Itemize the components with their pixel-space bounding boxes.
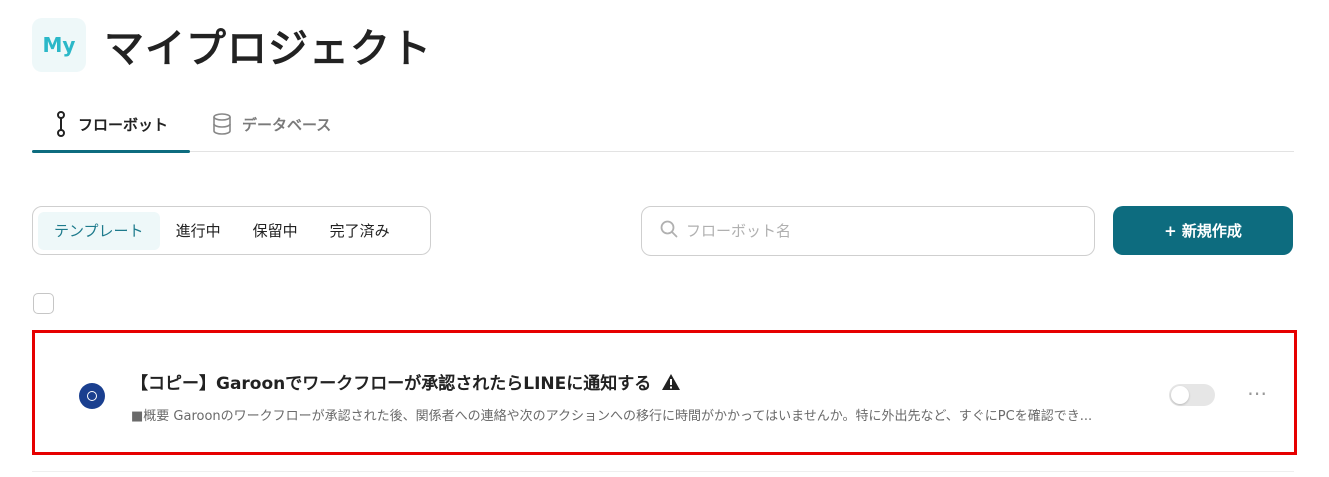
new-flowbot-button[interactable]: + 新規作成 (1113, 206, 1293, 255)
garoon-logo-icon (79, 383, 105, 409)
page-title: マイプロジェクト (104, 26, 432, 72)
filter-on-hold[interactable]: 保留中 (237, 212, 314, 250)
flowbot-title[interactable]: 【コピー】Garoonでワークフローが承認されたらLINEに通知する (131, 369, 651, 394)
flowbot-enable-toggle[interactable] (1169, 384, 1215, 406)
filter-completed[interactable]: 完了済み (314, 212, 406, 250)
tab-flowbot-label: フローボット (78, 115, 169, 134)
search-input[interactable] (686, 222, 1066, 240)
database-icon (212, 113, 232, 135)
tab-flowbot[interactable]: フローボット (32, 96, 191, 153)
toggle-knob (1171, 386, 1189, 404)
search-box (641, 206, 1095, 256)
project-avatar: My (32, 18, 86, 72)
search-icon (660, 220, 678, 242)
filter-template[interactable]: テンプレート (38, 211, 160, 250)
tab-bar: フローボット データベース (32, 96, 1294, 153)
filter-in-progress[interactable]: 進行中 (160, 212, 237, 250)
select-all-checkbox[interactable] (33, 293, 54, 314)
page-header: My マイプロジェクト (32, 16, 432, 74)
flowbot-icon (54, 111, 68, 137)
list-divider (32, 471, 1294, 472)
tab-database-label: データベース (242, 115, 332, 134)
flowbot-description: ■概要 Garoonのワークフローが承認された後、関係者への連絡や次のアクション… (131, 409, 1093, 424)
flowbot-list-item[interactable]: 【コピー】Garoonでワークフローが承認されたらLINEに通知する ■概要 G… (32, 330, 1297, 455)
flowbot-title-row: 【コピー】Garoonでワークフローが承認されたらLINEに通知する (131, 369, 681, 394)
warning-icon (661, 373, 681, 391)
status-filter-group: テンプレート 進行中 保留中 完了済み (32, 206, 431, 255)
tab-database[interactable]: データベース (190, 96, 353, 152)
more-options-icon[interactable]: ⋯ (1247, 381, 1269, 405)
